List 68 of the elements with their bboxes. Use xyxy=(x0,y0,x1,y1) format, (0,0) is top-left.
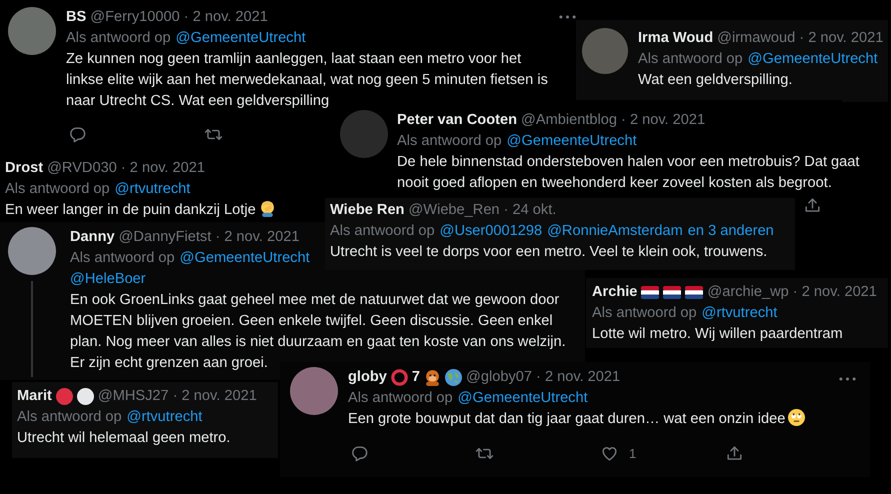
reply-label: Als antwoord op xyxy=(592,304,697,323)
tweet-text: Ze kunnen nog geen tramlijn aanleggen, laat staan een metro voor het linkse elite wijk aan het merwedekanaal, wat nog geen 5 minuten fietsen is naar Utrecht CS. Wat een geldverspilling xyxy=(66,51,548,109)
tweet-text: Utrecht wil helemaal geen metro. xyxy=(17,430,230,446)
handle-and-date: @globy07 · 2 nov. 2021 xyxy=(466,368,620,387)
user-name[interactable]: Peter van Cooten xyxy=(397,110,518,131)
heart-icon[interactable] xyxy=(600,444,619,463)
tweet-text: Een grote bouwput dat dan tig jaar gaat duren… wat een onzin idee xyxy=(348,411,806,427)
mention-link[interactable]: @GemeenteUtrecht xyxy=(506,131,637,152)
reply-label: Als antwoord op xyxy=(638,50,743,69)
reply-label: Als antwoord op xyxy=(330,222,435,241)
ring-icon xyxy=(390,369,408,386)
mention-link[interactable]: @GemeenteUtrecht xyxy=(176,28,306,49)
avatar-photo[interactable] xyxy=(8,7,56,55)
mention-link[interactable]: en 3 anderen xyxy=(688,221,774,242)
user-name[interactable]: Drost xyxy=(5,158,44,179)
flag-icon xyxy=(641,286,660,299)
user-name[interactable]: Wiebe Ren xyxy=(330,200,404,221)
reply-icon[interactable] xyxy=(68,125,87,144)
tweet-text: Wat een geldverspilling. xyxy=(638,72,792,88)
globe-icon xyxy=(445,369,462,386)
mention-link[interactable]: @rtvutrecht xyxy=(702,303,778,324)
user-name[interactable]: BS xyxy=(66,7,86,28)
handle-and-date: @DannyFietst · 2 nov. 2021 xyxy=(118,228,300,247)
more-options-icon[interactable] xyxy=(839,377,856,381)
tweet-text: Utrecht is veel te dorps voor een metro. Veel te klein ook, trouwens. xyxy=(330,244,768,260)
user-name[interactable]: Irma Woud xyxy=(638,28,714,49)
mention-link[interactable]: @GemeenteUtrecht xyxy=(180,248,310,269)
circle-icon xyxy=(56,388,73,405)
avatar-photo[interactable] xyxy=(290,367,338,415)
tweet-text: En weer langer in de puin dankzij Lotje xyxy=(5,202,276,218)
reply-label: Als antwoord op xyxy=(397,132,502,151)
handle-and-date: @irmawoud · 2 nov. 2021 xyxy=(717,29,884,48)
mention-link[interactable]: @rtvutrecht xyxy=(114,179,190,200)
tweet-text: De hele binnenstad ondersteboven halen voor een metrobuis? Dat gaat nooit goed aflopen en tweehonderd keer zoveel kosten als begroot. xyxy=(397,154,860,191)
like-count: 1 xyxy=(629,445,636,463)
handle-and-date: @archie_wp · 2 nov. 2021 xyxy=(707,283,877,302)
rolling-eyes-icon xyxy=(788,409,806,426)
handle-and-date: @RVD030 · 2 nov. 2021 xyxy=(47,159,205,178)
mention-link[interactable]: @rtvutrecht xyxy=(126,407,202,428)
user-name[interactable]: Archie xyxy=(592,282,638,303)
more-options-icon[interactable] xyxy=(559,15,576,19)
avatar-photo[interactable] xyxy=(8,227,56,275)
user-name[interactable]: Danny xyxy=(70,227,115,248)
handle-and-date: @Wiebe_Ren · 24 okt. xyxy=(408,201,556,220)
flag-icon xyxy=(663,286,682,299)
share-icon[interactable] xyxy=(803,196,822,215)
mention-link[interactable]: @User0001298 xyxy=(440,221,542,242)
ape-icon xyxy=(424,369,442,386)
handle-and-date: @MHSJ27 · 2 nov. 2021 xyxy=(98,387,257,406)
mention-link[interactable]: @RonnieAmsterdam xyxy=(547,221,683,242)
share-icon[interactable] xyxy=(725,444,744,463)
mention-link[interactable]: @GemeenteUtrecht xyxy=(748,49,878,70)
reply-icon[interactable] xyxy=(350,444,369,463)
circle-icon xyxy=(76,388,94,405)
user-name[interactable]: Marit xyxy=(17,386,52,407)
reply-label: Als antwoord op xyxy=(17,408,122,427)
reply-label: Als antwoord op xyxy=(5,180,110,199)
handle-and-date: @Ambientblog · 2 nov. 2021 xyxy=(521,111,706,130)
facepalm-icon xyxy=(258,200,276,217)
mention-link[interactable]: @HeleBoer xyxy=(70,271,146,287)
mention-link[interactable]: @GemeenteUtrecht xyxy=(458,388,588,409)
reply-label: Als antwoord op xyxy=(70,249,175,268)
handle-and-date: @Ferry10000 · 2 nov. 2021 xyxy=(90,8,268,27)
reply-label: Als antwoord op xyxy=(66,29,171,48)
avatar-photo[interactable] xyxy=(582,28,628,74)
reply-label: Als antwoord op xyxy=(348,389,453,408)
flag-icon xyxy=(685,286,704,299)
tweet-text: Lotte wil metro. Wij willen paardentram xyxy=(592,326,843,342)
